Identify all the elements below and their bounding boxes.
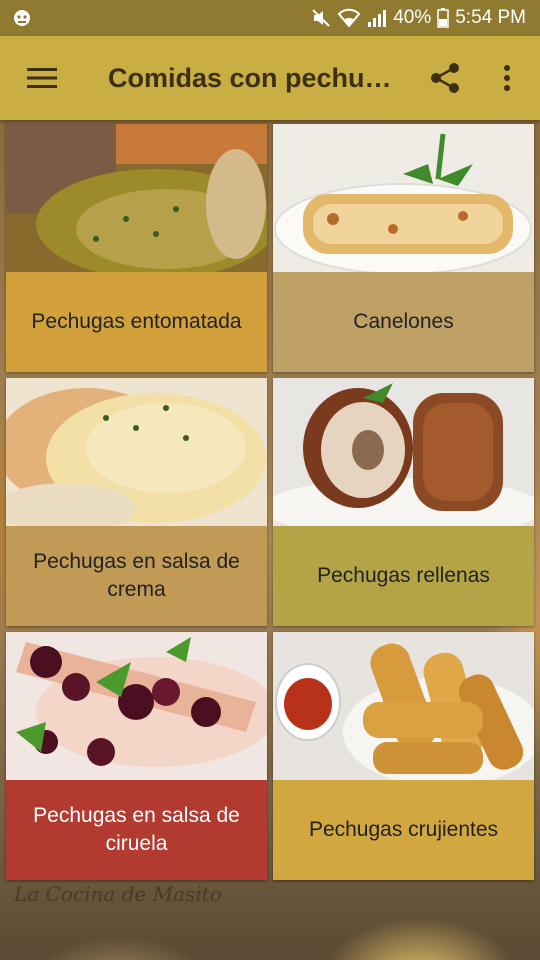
recipe-card-pechugas-crujientes[interactable]: Pechugas crujientes xyxy=(273,632,534,880)
battery-percent: 40% xyxy=(393,7,432,28)
recipe-card-label: Pechugas entomatada xyxy=(6,272,267,372)
recipe-card-label: Pechugas crujientes xyxy=(273,780,534,880)
recipe-photo xyxy=(6,378,267,526)
recipe-card-pechugas-salsa-crema[interactable]: Pechugas en salsa de crema xyxy=(6,378,267,626)
recipe-card-pechugas-rellenas[interactable]: Pechugas rellenas xyxy=(273,378,534,626)
brand-watermark: La Cocina de Masito xyxy=(14,882,222,906)
recipe-card-label: Pechugas en salsa de ciruela xyxy=(6,780,267,880)
recipe-photo xyxy=(273,632,534,780)
hamburger-menu-icon xyxy=(27,68,57,88)
app-bar: Comidas con pechuga de pollo xyxy=(0,36,540,120)
recipe-photo xyxy=(6,124,267,272)
battery-icon xyxy=(437,8,449,28)
mute-icon xyxy=(312,9,330,27)
status-bar: 40% 5:54 PM xyxy=(0,0,540,36)
recipe-card-canelones[interactable]: Canelones xyxy=(273,124,534,372)
wifi-icon xyxy=(337,8,361,28)
recipe-card-pechugas-entomatada[interactable]: Pechugas entomatada xyxy=(6,124,267,372)
recipe-photo xyxy=(273,378,534,526)
more-options-button[interactable] xyxy=(486,56,528,100)
share-icon xyxy=(431,63,459,93)
more-vert-icon xyxy=(504,65,510,91)
recipe-card-label: Pechugas rellenas xyxy=(273,526,534,626)
recipe-photo xyxy=(273,124,534,272)
recipe-photo xyxy=(6,632,267,780)
menu-button[interactable] xyxy=(20,56,64,100)
page-title: Comidas con pechuga de pollo xyxy=(108,62,398,93)
recipe-card-label: Pechugas en salsa de crema xyxy=(6,526,267,626)
recipe-card-pechugas-salsa-ciruela[interactable]: Pechugas en salsa de ciruela xyxy=(6,632,267,880)
recipe-card-label: Canelones xyxy=(273,272,534,372)
android-notification-icon xyxy=(14,10,30,26)
signal-icon xyxy=(368,10,387,27)
clock: 5:54 PM xyxy=(455,7,526,28)
share-button[interactable] xyxy=(424,56,466,100)
